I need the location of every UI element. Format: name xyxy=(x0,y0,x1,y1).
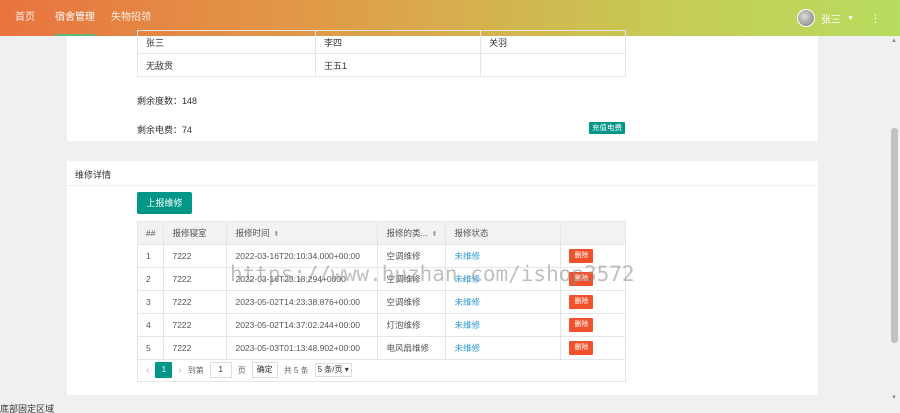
page-unit-label: 页 xyxy=(237,365,246,375)
delete-button[interactable]: 删除 xyxy=(569,272,594,286)
cell-type: 电风扇维修 xyxy=(377,336,447,360)
status-link[interactable]: 未维修 xyxy=(454,274,480,284)
cell-time: 2023-05-02T14:37:02.244+00:00 xyxy=(226,313,379,337)
remaining-degrees: 剩余度数：148 xyxy=(137,96,198,106)
table-row: 3 7222 2023-05-02T14:23:38.876+00:00 空调维… xyxy=(136,290,626,314)
delete-button[interactable]: 删除 xyxy=(569,318,594,332)
total-count: 共 5 条 xyxy=(283,365,309,375)
status-link[interactable]: 未维修 xyxy=(454,251,480,261)
repair-panel: 维修详情 上报维修 ## 报修寝室 报修时间 ⬍ 报修的类... ⬍ 报修状态 1 … xyxy=(67,161,818,395)
cell-status: 未维修 xyxy=(445,244,562,268)
page-size-select[interactable]: 5 条/页 ▾ xyxy=(314,363,352,377)
remaining-fee: 剩余电费：74 xyxy=(137,125,193,135)
table-row: 2 7222 2022-03-16T23:18:294+0000 空调维修 未维… xyxy=(136,267,626,291)
page-current[interactable]: 1 xyxy=(155,362,173,378)
cell-no: 3 xyxy=(136,290,165,314)
status-link[interactable]: 未维修 xyxy=(454,297,480,307)
column-header-time[interactable]: 报修时间 ⬍ xyxy=(226,221,379,245)
cell-action: 删除 xyxy=(560,290,626,314)
cell-time: 2022-03-16T20:10:34.000+00:00 xyxy=(226,244,379,268)
column-header-time-label: 报修时间 xyxy=(235,228,270,238)
column-header-type-label: 报修的类... xyxy=(386,228,428,238)
scrollbar-thumb[interactable] xyxy=(891,128,898,343)
vertical-scrollbar[interactable]: ▲ ▼ xyxy=(889,36,900,413)
cell-time: 2023-05-02T14:23:38.876+00:00 xyxy=(226,290,379,314)
user-menu[interactable]: 张三 ▼ ⋮ xyxy=(797,0,881,36)
cell-room: 7222 xyxy=(163,336,228,360)
cell-room: 7222 xyxy=(163,290,228,314)
cell-room: 7222 xyxy=(163,267,228,291)
column-header-action xyxy=(560,221,626,245)
nav-item-dorm-management[interactable]: 宿舍管理 xyxy=(55,0,95,36)
table-cell: 张三 xyxy=(137,30,316,54)
column-header-type[interactable]: 报修的类... ⬍ xyxy=(377,221,447,245)
divider xyxy=(67,185,818,186)
more-options-icon[interactable]: ⋮ xyxy=(870,12,881,25)
table-header-row: ## 报修寝室 报修时间 ⬍ 报修的类... ⬍ 报修状态 xyxy=(136,221,626,245)
goto-label: 到第 xyxy=(187,365,204,375)
cell-action: 删除 xyxy=(560,336,626,360)
chevron-down-icon[interactable]: ▼ xyxy=(847,15,854,22)
room-members-table: 张三 李四 关羽 无敌贯 王五1 xyxy=(137,30,626,77)
table-cell: 王五1 xyxy=(315,53,481,77)
cell-no: 4 xyxy=(136,313,165,337)
user-name[interactable]: 张三 xyxy=(821,11,841,26)
table-row: 无敌贯 王五1 xyxy=(137,53,626,77)
status-link[interactable]: 未维修 xyxy=(454,343,480,353)
delete-button[interactable]: 删除 xyxy=(569,295,594,309)
status-link[interactable]: 未维修 xyxy=(454,320,480,330)
table-cell: 李四 xyxy=(315,30,481,54)
cell-action: 删除 xyxy=(560,313,626,337)
table-row: 4 7222 2023-05-02T14:37:02.244+00:00 灯泡维… xyxy=(136,313,626,337)
goto-confirm-button[interactable]: 确定 xyxy=(251,362,278,378)
scroll-down-icon[interactable]: ▼ xyxy=(891,395,897,401)
cell-type: 空调维修 xyxy=(377,267,447,291)
cell-status: 未维修 xyxy=(445,267,562,291)
cell-type: 灯泡维修 xyxy=(377,313,447,337)
dorm-info-panel: 张三 李四 关羽 无敌贯 王五1 剩余度数：148 剩余电费：74 充值电费 xyxy=(67,30,818,141)
cell-no: 1 xyxy=(136,244,165,268)
table-cell: 关羽 xyxy=(480,30,626,54)
column-header-no: ## xyxy=(136,221,165,245)
recharge-button[interactable]: 充值电费 xyxy=(589,122,625,134)
cell-time: 2022-03-16T23:18:294+0000 xyxy=(226,267,379,291)
table-cell: 无敌贯 xyxy=(137,53,316,77)
avatar[interactable] xyxy=(797,9,816,27)
cell-type: 空调维修 xyxy=(377,244,447,268)
report-repair-button[interactable]: 上报维修 xyxy=(137,192,192,214)
cell-time: 2023-05-03T01:13:48.902+00:00 xyxy=(226,336,379,360)
table-row: 张三 李四 关羽 xyxy=(137,30,626,54)
cell-room: 7222 xyxy=(163,244,228,268)
nav-item-home[interactable]: 首页 xyxy=(15,0,35,36)
cell-status: 未维修 xyxy=(445,336,562,360)
column-header-room: 报修寝室 xyxy=(163,221,228,245)
cell-status: 未维修 xyxy=(445,290,562,314)
panel-title: 维修详情 xyxy=(75,170,112,180)
delete-button[interactable]: 删除 xyxy=(569,249,594,263)
cell-no: 5 xyxy=(136,336,165,360)
pagination: ‹ 1 › 到第 1 页 确定 共 5 条 5 条/页 ▾ xyxy=(137,359,626,382)
table-row: 1 7222 2022-03-16T20:10:34.000+00:00 空调维… xyxy=(136,244,626,268)
next-page-icon[interactable]: › xyxy=(178,365,181,376)
cell-no: 2 xyxy=(136,267,165,291)
cell-action: 删除 xyxy=(560,267,626,291)
sort-icon[interactable]: ⬍ xyxy=(273,231,279,238)
cell-action: 删除 xyxy=(560,244,626,268)
column-header-status: 报修状态 xyxy=(445,221,562,245)
scroll-up-icon[interactable]: ▲ xyxy=(891,38,897,44)
sort-icon[interactable]: ⬍ xyxy=(432,231,438,238)
cell-room: 7222 xyxy=(163,313,228,337)
cell-type: 空调维修 xyxy=(377,290,447,314)
goto-page-input[interactable]: 1 xyxy=(209,362,232,378)
table-cell xyxy=(480,53,626,77)
repair-table: ## 报修寝室 报修时间 ⬍ 报修的类... ⬍ 报修状态 1 7222 2022-… xyxy=(136,221,626,360)
table-row: 5 7222 2023-05-03T01:13:48.902+00:00 电风扇… xyxy=(136,336,626,360)
cell-status: 未维修 xyxy=(445,313,562,337)
footer-fixed-area: 底部固定区域 xyxy=(0,404,55,413)
prev-page-icon[interactable]: ‹ xyxy=(146,365,149,376)
delete-button[interactable]: 删除 xyxy=(569,341,594,355)
